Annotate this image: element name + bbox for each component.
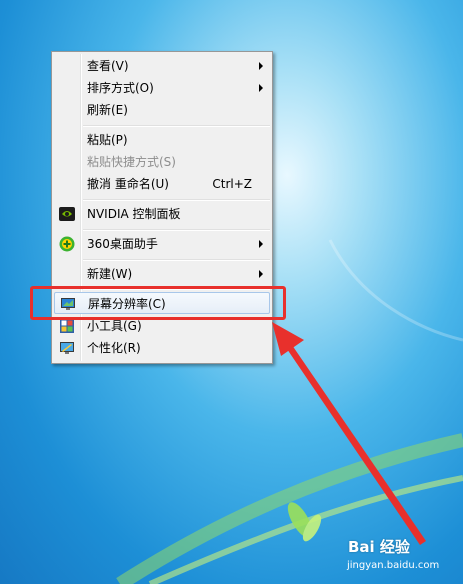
annotation-arrow-icon: [272, 322, 426, 545]
baidu-watermark-url: jingyan.baidu.com: [347, 560, 440, 571]
baidu-watermark: Bai 经验: [348, 538, 410, 556]
